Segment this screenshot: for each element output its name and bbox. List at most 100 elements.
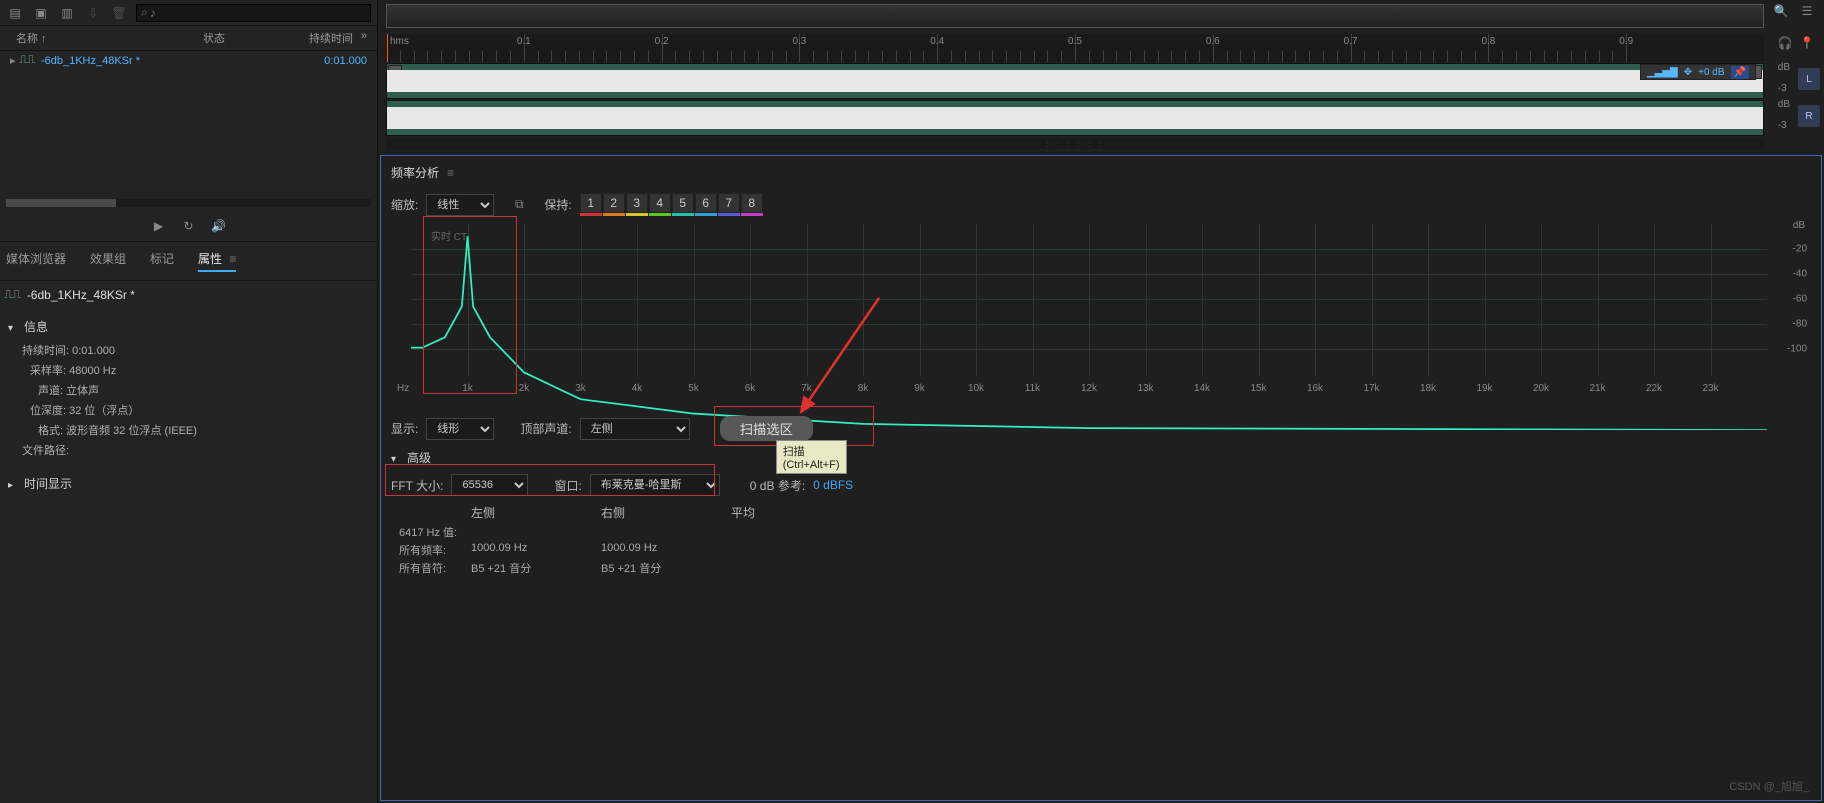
spectrum-plot[interactable]: 实时 CTI dB Hz 1k2k3k4k5k6k7k8k9k10k11k12k… xyxy=(411,224,1767,394)
spectral-toggle-icon[interactable]: ☰ xyxy=(1798,2,1816,20)
zoom-label: 缩放: xyxy=(391,196,418,213)
panel-menu-icon[interactable]: ≡ xyxy=(447,166,454,180)
prop-filepath-label: 文件路径: xyxy=(22,445,69,457)
prop-bitdepth-label: 位深度: xyxy=(30,405,66,417)
file-row[interactable]: ▸ ⎍⎍ -6db_1KHz_48KSr * 0:01.000 xyxy=(0,51,377,70)
all-note-left: B5 +21 音分 xyxy=(471,560,601,576)
advanced-section[interactable]: 高级 xyxy=(391,445,1811,470)
scan-tooltip: 扫描 (Ctrl+Alt+F) xyxy=(776,440,847,474)
chevron-right-icon xyxy=(8,477,18,491)
volume-hud[interactable]: ▁▃▅▇ ✥ +0 dB 📌 xyxy=(1640,64,1756,80)
hold-label: 保持: xyxy=(544,196,571,213)
hold-2[interactable]: 2 xyxy=(603,193,625,213)
delete-icon: 🗑 xyxy=(110,4,128,22)
open-file-icon[interactable]: ▥ xyxy=(58,4,76,22)
window-label: 窗口: xyxy=(554,477,581,494)
tab-media-browser[interactable]: 媒体浏览器 xyxy=(6,250,66,272)
hold-1[interactable]: 1 xyxy=(580,193,602,213)
col-duration[interactable]: 持续时间 xyxy=(263,30,353,46)
search-placeholder: ♪ xyxy=(150,6,156,20)
auto-play-icon[interactable]: 🔊 xyxy=(210,217,228,235)
ref-label: 0 dB 参考: xyxy=(750,477,805,494)
copy-chart-icon[interactable]: ⧉ xyxy=(510,196,528,214)
ref-value[interactable]: 0 dBFS xyxy=(813,478,853,492)
scan-button[interactable]: 扫描选区 xyxy=(720,416,813,441)
volume-value: +0 dB xyxy=(1698,67,1724,78)
db-scale-left: dB-3 xyxy=(1778,62,1790,94)
channel-badge-right[interactable]: R xyxy=(1798,105,1820,127)
new-file-icon[interactable]: ▣ xyxy=(32,4,50,22)
waveform-icon: ⎍⎍ xyxy=(4,287,21,302)
col-status[interactable]: 状态 xyxy=(203,30,263,46)
ruler-hms: hms xyxy=(390,36,409,47)
prop-samplerate: 48000 Hz xyxy=(69,365,116,377)
waveform-icon: ⎍⎍ xyxy=(20,54,35,67)
prop-format: 波形音频 32 位浮点 (IEEE) xyxy=(66,425,197,437)
section-info[interactable]: 信息 xyxy=(8,312,369,341)
zoom-select[interactable]: 线性 xyxy=(426,194,494,216)
col-name[interactable]: 名称 ↑ xyxy=(16,30,203,46)
col-right: 右侧 xyxy=(601,504,691,521)
window-select[interactable]: 布莱克曼-哈里斯 xyxy=(590,474,720,496)
overview-waveform[interactable] xyxy=(386,4,1764,28)
section-info-label: 信息 xyxy=(24,318,48,335)
pin-volume-icon[interactable]: 📌 xyxy=(1731,66,1749,79)
db-scale-right: dB-3 xyxy=(1778,99,1790,131)
file-list-scrollbar[interactable] xyxy=(6,199,371,207)
advanced-label: 高级 xyxy=(407,449,431,466)
channel-badge-left[interactable]: L xyxy=(1798,68,1820,90)
tab-markers[interactable]: 标记 xyxy=(150,250,174,272)
section-time-display[interactable]: 时间显示 xyxy=(8,469,369,498)
waveform-channel-right[interactable] xyxy=(386,100,1764,136)
expand-icon[interactable]: ▸ xyxy=(10,54,16,67)
hold-buttons: 1 2 3 4 5 6 7 8 xyxy=(580,193,763,216)
cursor-freq-label: 6417 Hz 值: xyxy=(399,524,471,540)
prop-duration: 0:01.000 xyxy=(72,345,115,357)
file-name: -6db_1KHz_48KSr * xyxy=(41,55,277,67)
volume-adjust-icon[interactable]: ✥ xyxy=(1684,67,1692,78)
tab-effects[interactable]: 效果组 xyxy=(90,250,126,272)
tab-properties-label: 属性 xyxy=(198,252,222,266)
all-note-label: 所有音符: xyxy=(399,560,471,576)
fft-size-label: FFT 大小: xyxy=(391,477,443,494)
tab-properties[interactable]: 属性 ≡ xyxy=(198,250,236,272)
section-time-display-label: 时间显示 xyxy=(24,475,72,492)
search-input[interactable]: ⌕ ♪ xyxy=(136,4,371,22)
fft-size-select[interactable]: 65536 xyxy=(451,474,528,496)
hold-8[interactable]: 8 xyxy=(741,193,763,213)
zoom-tool-icon[interactable]: 🔍 xyxy=(1772,2,1790,20)
loop-icon[interactable]: ↻ xyxy=(180,217,198,235)
current-item-name: -6db_1KHz_48KSr * xyxy=(27,288,135,302)
file-duration: 0:01.000 xyxy=(277,55,367,67)
current-time-indicator[interactable] xyxy=(387,34,388,62)
plot-db-label: dB xyxy=(1793,220,1805,231)
prop-channels-label: 声道: xyxy=(38,385,63,397)
search-icon: ⌕ xyxy=(141,5,148,20)
play-icon[interactable]: ▶ xyxy=(150,217,168,235)
chevron-down-icon xyxy=(8,320,18,334)
files-filter-icon[interactable]: ▤ xyxy=(6,4,24,22)
col-more-icon[interactable]: » xyxy=(353,30,367,46)
pinned-view-icon[interactable]: 🎧 xyxy=(1776,34,1794,52)
waveform-channel-left[interactable] xyxy=(386,63,1764,99)
all-freq-right: 1000.09 Hz xyxy=(601,542,731,558)
display-label: 显示: xyxy=(391,420,418,437)
top-channel-select[interactable]: 左侧 xyxy=(580,418,690,440)
display-select[interactable]: 线形 xyxy=(426,418,494,440)
hold-4[interactable]: 4 xyxy=(649,193,671,213)
pin-icon[interactable]: 📍 xyxy=(1798,34,1816,52)
hold-5[interactable]: 5 xyxy=(672,193,694,213)
time-ruler[interactable]: hms 0.10.20.30.40.50.60.70.80.9 xyxy=(386,34,1764,62)
all-note-right: B5 +21 音分 xyxy=(601,560,731,576)
hold-3[interactable]: 3 xyxy=(626,193,648,213)
panel-resize-handle[interactable]: : : : : : : xyxy=(386,139,1764,149)
panel-title: 频率分析 xyxy=(391,164,439,181)
hold-7[interactable]: 7 xyxy=(718,193,740,213)
top-channel-label: 顶部声道: xyxy=(520,420,571,437)
panel-menu-icon[interactable]: ≡ xyxy=(229,252,236,266)
prop-format-label: 格式: xyxy=(38,425,63,437)
prop-bitdepth: 32 位（浮点） xyxy=(69,405,139,417)
watermark: CSDN @_旭旭_ xyxy=(1729,778,1809,794)
hold-6[interactable]: 6 xyxy=(695,193,717,213)
volume-meter-icon: ▁▃▅▇ xyxy=(1647,67,1678,78)
